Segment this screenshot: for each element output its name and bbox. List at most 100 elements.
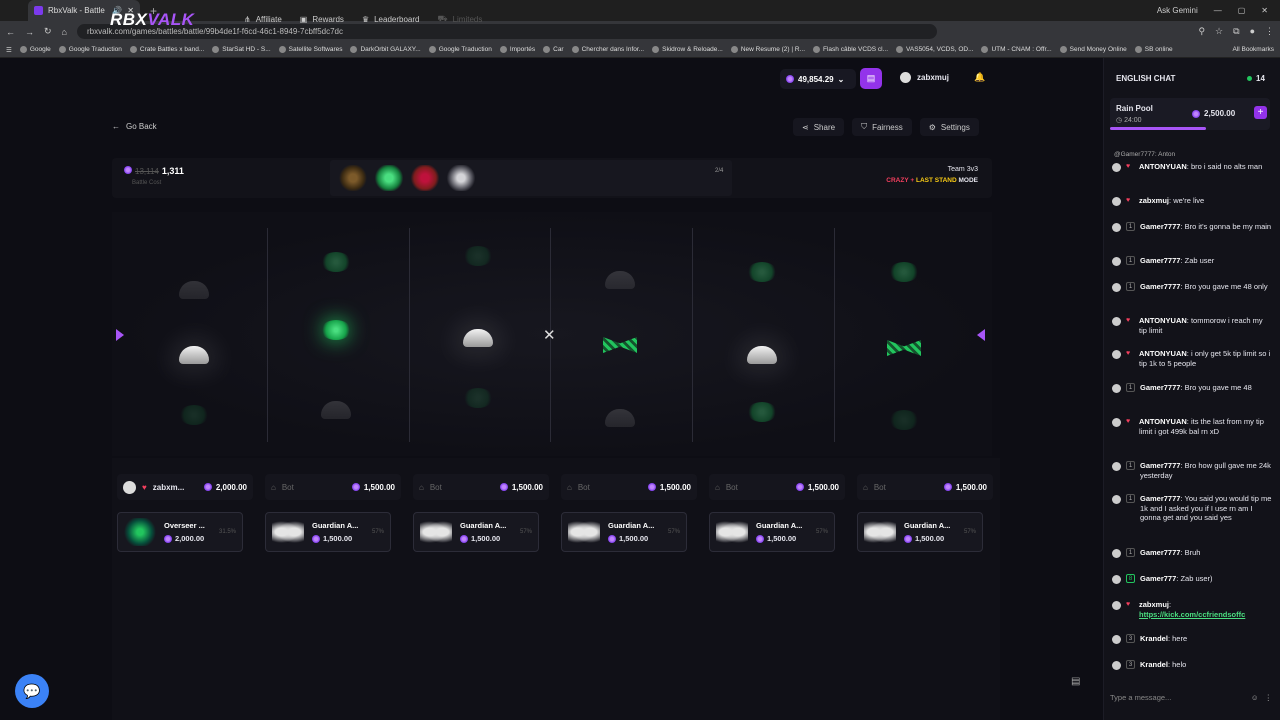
more-icon[interactable]: ⋮ — [1265, 693, 1273, 702]
all-bookmarks-folder[interactable]: All Bookmarks — [1232, 46, 1274, 53]
minimize-icon[interactable]: — — [1214, 6, 1222, 15]
chat-input[interactable]: Type a message... — [1110, 693, 1171, 702]
rain-add-button[interactable]: + — [1254, 106, 1267, 119]
case-image[interactable] — [374, 165, 404, 191]
bookmark-item[interactable]: Google Traduction — [428, 46, 492, 53]
chat-toggle-icon[interactable]: ▤ — [1071, 676, 1080, 687]
level-badge: 1 — [1126, 282, 1135, 291]
profile-icon[interactable]: ● — [1250, 26, 1255, 37]
support-chat-button[interactable]: 💬 — [15, 674, 49, 708]
reel-pointer-left-icon — [116, 329, 124, 341]
bookmark-item[interactable]: UTM - CNAM : Offr... — [981, 46, 1052, 53]
bookmark-item[interactable]: New Resume (2) | R... — [730, 46, 805, 53]
chat-message: ♥ ANTONYUAN: its the last from my tip lim… — [1112, 417, 1272, 436]
bookmark-folder[interactable]: Car — [543, 46, 564, 53]
user-menu[interactable]: zabxmuj — [900, 72, 949, 83]
bell-icon[interactable]: 🔔 — [974, 72, 985, 83]
heart-icon: ♥ — [1126, 163, 1131, 170]
reel-divider — [692, 228, 693, 442]
go-back-button[interactable]: ← Go Back — [112, 122, 157, 131]
coin-icon — [1192, 109, 1200, 118]
drop-card[interactable]: Guardian A... 1,500.00 57% — [265, 512, 391, 552]
nav-limiteds[interactable]: ⛟ Limiteds — [437, 14, 482, 24]
drop-card[interactable]: Overseer ... 2,000.00 31.5% — [117, 512, 243, 552]
level-badge: 1 — [1126, 494, 1135, 503]
back-icon[interactable]: ← — [6, 27, 15, 37]
drop-card[interactable]: Guardian A... 1,500.00 57% — [561, 512, 687, 552]
maximize-icon[interactable]: ▢ — [1238, 6, 1246, 15]
battle-toolbar: ⋖ Share ⛉ Fairness ⚙ Settings — [793, 118, 979, 136]
avatar — [1112, 317, 1121, 326]
cost-label: Battle Cost — [132, 180, 162, 186]
drop-card[interactable]: Guardian A... 1,500.00 57% — [413, 512, 539, 552]
bookmark-item[interactable]: SB online — [1134, 46, 1173, 53]
player-header[interactable]: ⌂ Bot 1,500.00 — [265, 474, 401, 500]
reel-item-bush — [321, 252, 351, 272]
player-value: 1,500.00 — [511, 482, 543, 492]
url-field[interactable]: rbxvalk.com/games/battles/battle/99b4de1… — [76, 24, 937, 39]
player-header[interactable]: ⌂ Bot 1,500.00 — [857, 474, 993, 500]
drop-card[interactable]: Guardian A... 1,500.00 57% — [857, 512, 983, 552]
player-header[interactable]: ⌂ Bot 1,500.00 — [413, 474, 549, 500]
deposit-button[interactable]: ▤ — [860, 68, 882, 89]
bookmark-star-icon[interactable]: ☆ — [1215, 26, 1223, 37]
coin-icon — [203, 483, 212, 491]
balance-dropdown[interactable]: 49,854.29 ⌄ — [780, 69, 856, 89]
online-dot-icon — [1247, 76, 1252, 81]
bookmark-folder[interactable]: Importés — [499, 46, 535, 53]
ask-gemini-button[interactable]: Ask Gemini — [1157, 6, 1198, 15]
player-header[interactable]: ♥ zabxm... 2,000.00 — [117, 474, 253, 500]
bookmark-item[interactable]: Google — [19, 46, 51, 53]
zoom-icon[interactable]: ⚲ — [1198, 26, 1205, 37]
nav-rewards[interactable]: ▣ Rewards — [300, 14, 344, 24]
bookmark-item[interactable]: VAS5054, VCDS, OD... — [896, 46, 973, 53]
player-value: 2,000.00 — [215, 482, 247, 492]
window-close-icon[interactable]: ✕ — [1261, 6, 1268, 15]
bookmark-item[interactable]: DarkOrbit GALAXY... — [350, 46, 421, 53]
chat-link[interactable]: https://kick.com/ccfriendsoffc — [1139, 610, 1245, 619]
player-value: 1,500.00 — [807, 482, 839, 492]
bookmark-item[interactable]: Skidrow & Reloade... — [652, 46, 723, 53]
rain-pool: Rain Pool ◷ 24:00 2,500.00 + — [1110, 98, 1270, 130]
settings-button[interactable]: ⚙ Settings — [919, 118, 979, 136]
rain-amount: 2,500.00 — [1192, 109, 1235, 118]
home-icon[interactable]: ⌂ — [62, 27, 67, 37]
bookmark-item[interactable]: Satellite Softwares — [278, 46, 342, 53]
nav-leaderboard[interactable]: ♛ Leaderboard — [362, 14, 420, 24]
bookmark-item[interactable]: Send Money Online — [1059, 46, 1127, 53]
emoji-icon[interactable]: ☺ — [1251, 693, 1259, 702]
avatar — [1112, 418, 1121, 427]
chat-input-row: Type a message... ☺ ⋮ — [1110, 689, 1272, 705]
player-header[interactable]: ⌂ Bot 1,500.00 — [709, 474, 845, 500]
chat-message: 1 Gamer7777: Zab user — [1112, 256, 1272, 266]
forward-icon[interactable]: → — [25, 27, 34, 37]
share-button[interactable]: ⋖ Share — [793, 118, 845, 136]
fairness-button[interactable]: ⛉ Fairness — [852, 118, 912, 136]
menu-icon[interactable]: ⋮ — [1265, 26, 1274, 37]
chat-title[interactable]: ENGLISH CHAT — [1116, 74, 1175, 83]
chat-message: ♥ zabxmuj: we're live — [1112, 196, 1272, 206]
nav-affiliate[interactable]: ⋔ Affiliate — [244, 14, 282, 24]
player-header[interactable]: ⌂ Bot 1,500.00 — [561, 474, 697, 500]
case-image[interactable] — [338, 165, 368, 191]
case-image[interactable] — [446, 165, 476, 191]
drop-card[interactable]: Guardian A... 1,500.00 57% — [709, 512, 835, 552]
drop-value: 1,500.00 — [471, 534, 501, 543]
bookmark-item[interactable]: StarSat HD - S... — [212, 46, 271, 53]
drop-item-image — [716, 518, 748, 546]
chat-message: 1 Gamer7777: Bro you gave me 48 — [1112, 383, 1272, 393]
apps-icon[interactable]: ☰ — [6, 46, 12, 54]
bookmark-item[interactable]: Flash câble VCDS cl... — [813, 46, 888, 53]
extensions-icon[interactable]: ⧉ — [1233, 26, 1239, 37]
bookmark-item[interactable]: Google Traduction — [58, 46, 122, 53]
level-badge: 1 — [1126, 548, 1135, 557]
reload-icon[interactable]: ↻ — [44, 26, 52, 37]
reel-item-bush — [889, 262, 919, 282]
heart-icon: ♥ — [1126, 418, 1131, 425]
bookmark-item[interactable]: Chercher dans Infor... — [571, 46, 644, 53]
avatar — [1112, 575, 1121, 584]
site-logo[interactable]: RBXVALK — [110, 10, 194, 30]
bookmark-item[interactable]: Crate Battles x band... — [129, 46, 204, 53]
drop-item-image — [124, 518, 156, 546]
case-image[interactable] — [410, 165, 440, 191]
